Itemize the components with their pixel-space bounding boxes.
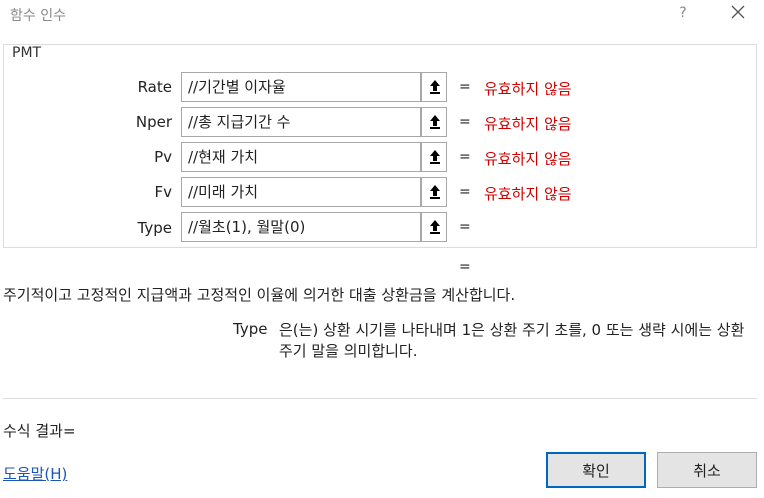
current-arg-description: 은(는) 상환 시기를 나타내며 1은 상환 주기 초를, 0 또는 생략 시에… — [279, 321, 745, 360]
divider — [3, 398, 757, 399]
arg-input-pv[interactable]: //현재 가치 — [181, 142, 421, 172]
formula-result: 수식 결과= — [3, 422, 76, 440]
help-link[interactable]: 도움말(H) — [3, 463, 67, 484]
arg-input-rate[interactable]: //기간별 이자율 — [181, 72, 421, 102]
arg-input-nper[interactable]: //총 지급기간 수 — [181, 107, 421, 137]
arg-equals: = — [459, 219, 471, 235]
close-icon[interactable] — [729, 3, 747, 23]
arg-result-rate: 유효하지 않음 — [484, 80, 572, 98]
arg-result-fv: 유효하지 않음 — [484, 185, 572, 203]
range-select-icon — [430, 220, 440, 234]
arg-equals: = — [459, 79, 471, 95]
range-select-icon — [430, 150, 440, 164]
function-name: PMT — [10, 45, 44, 61]
range-select-icon — [430, 80, 440, 94]
arg-equals: = — [459, 149, 471, 165]
arg-equals: = — [459, 184, 471, 200]
collapse-dialog-button[interactable] — [421, 107, 447, 137]
arg-label-fv: Fv — [154, 183, 172, 201]
help-button[interactable]: ? — [675, 5, 691, 23]
dialog-title: 함수 인수 — [10, 8, 66, 24]
arg-input-fv[interactable]: //미래 가치 — [181, 177, 421, 207]
cancel-button[interactable]: 취소 — [657, 452, 757, 488]
range-select-icon — [430, 185, 440, 199]
arg-label-pv: Pv — [154, 148, 172, 166]
arg-result-pv: 유효하지 않음 — [484, 150, 572, 168]
collapse-dialog-button[interactable] — [421, 142, 447, 172]
collapse-dialog-button[interactable] — [421, 177, 447, 207]
function-result-equals: = — [459, 259, 471, 275]
arg-label-type: Type — [137, 219, 172, 237]
range-select-icon — [430, 115, 440, 129]
arg-result-nper: 유효하지 않음 — [484, 115, 572, 133]
arg-input-type[interactable]: //월초(1), 월말(0) — [181, 212, 421, 242]
arg-label-nper: Nper — [135, 113, 172, 131]
function-description: 주기적이고 고정적인 지급액과 고정적인 이율에 의거한 대출 상환금을 계산합… — [3, 286, 516, 304]
arg-equals: = — [459, 114, 471, 130]
ok-button[interactable]: 확인 — [546, 452, 646, 488]
arg-label-rate: Rate — [137, 78, 172, 96]
collapse-dialog-button[interactable] — [421, 212, 447, 242]
current-arg-name: Type — [233, 320, 268, 338]
title-bar: 함수 인수 ? — [0, 0, 764, 30]
collapse-dialog-button[interactable] — [421, 72, 447, 102]
